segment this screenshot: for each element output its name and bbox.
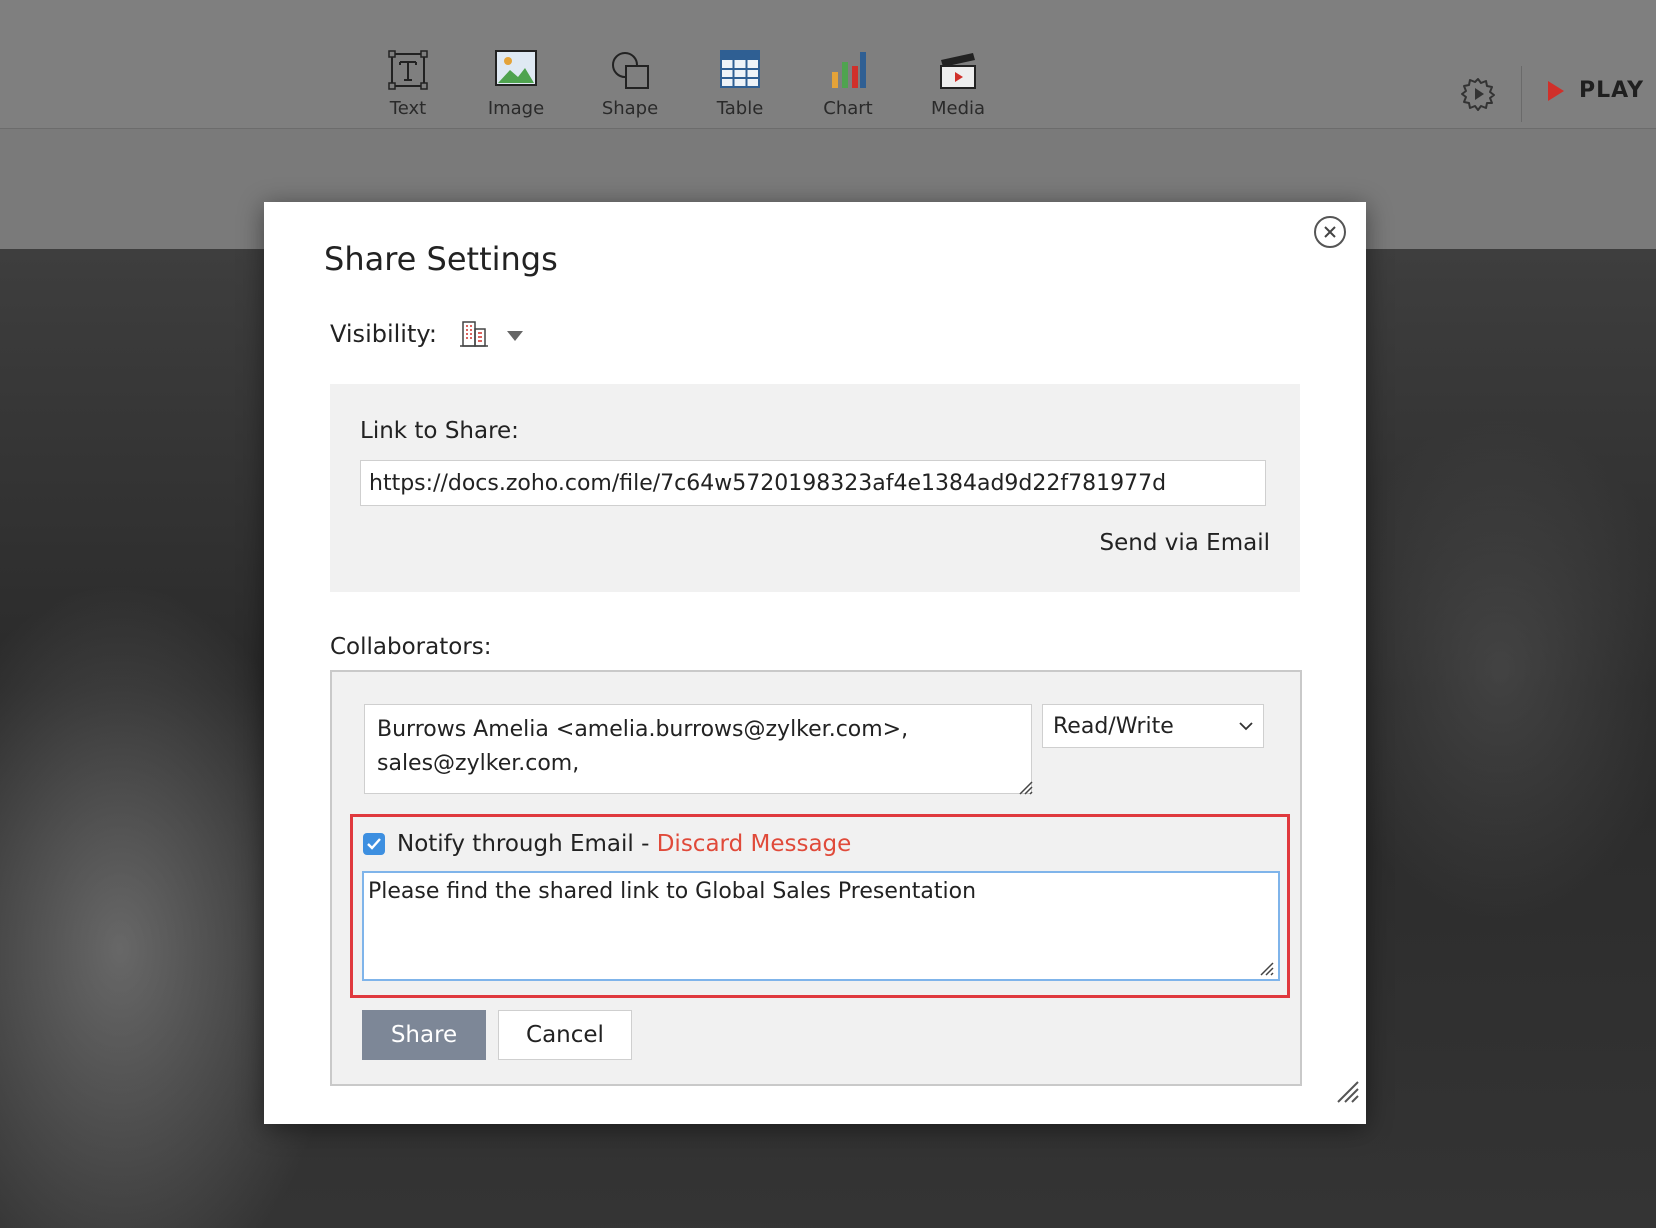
- collaborators-label: Collaborators:: [330, 634, 492, 660]
- insert-toolbar: Text Image Shape Table Chart Media PLAY: [0, 0, 1656, 129]
- collaborators-panel: Burrows Amelia <amelia.burrows@zylker.co…: [330, 670, 1302, 1086]
- text-tool[interactable]: Text: [358, 50, 458, 119]
- share-settings-dialog: Share Settings Visibility: Link to Share…: [264, 202, 1366, 1124]
- shape-icon: [580, 50, 680, 94]
- close-icon: [1324, 226, 1336, 238]
- share-button[interactable]: Share: [362, 1010, 486, 1060]
- discard-message-link[interactable]: Discard Message: [657, 831, 852, 857]
- text-icon: [358, 50, 458, 94]
- image-tool[interactable]: Image: [466, 50, 566, 119]
- checkmark-icon: [367, 838, 381, 850]
- link-label: Link to Share:: [360, 418, 519, 444]
- notify-row: Notify through Email - Discard Message: [363, 831, 851, 857]
- media-icon: [908, 50, 1008, 94]
- chart-tool[interactable]: Chart: [798, 50, 898, 119]
- table-tool[interactable]: Table: [690, 50, 790, 119]
- play-button[interactable]: PLAY: [1547, 78, 1644, 103]
- chevron-down-icon: [1239, 722, 1253, 731]
- email-message-field[interactable]: Please find the shared link to Global Sa…: [362, 871, 1280, 981]
- chevron-down-icon[interactable]: [506, 331, 523, 341]
- notify-checkbox[interactable]: [363, 833, 385, 855]
- visibility-row: Visibility:: [330, 320, 523, 348]
- tool-label: Text: [389, 98, 427, 119]
- tool-label: Image: [487, 98, 545, 119]
- permission-select[interactable]: Read/Write: [1042, 704, 1264, 748]
- play-label: PLAY: [1579, 78, 1644, 103]
- tool-label: Table: [716, 98, 764, 119]
- permission-value: Read/Write: [1053, 713, 1174, 739]
- notify-highlight-frame: Notify through Email - Discard Message P…: [350, 814, 1290, 998]
- toolbar-divider: [1521, 66, 1522, 122]
- notify-label: Notify through Email -: [397, 831, 657, 857]
- link-section: Link to Share: Send via Email: [330, 384, 1300, 592]
- dialog-resize-icon[interactable]: [1334, 1078, 1360, 1104]
- resize-handle-icon[interactable]: [1016, 778, 1034, 796]
- send-via-email-link[interactable]: Send via Email: [1100, 530, 1270, 556]
- tool-label: Chart: [823, 98, 873, 119]
- visibility-label: Visibility:: [330, 320, 437, 348]
- image-icon: [466, 50, 566, 94]
- chart-icon: [798, 50, 898, 94]
- resize-handle-icon[interactable]: [1257, 959, 1275, 977]
- share-link-field[interactable]: [360, 460, 1266, 506]
- tool-label: Media: [930, 98, 986, 119]
- tool-label: Shape: [601, 98, 659, 119]
- table-icon: [690, 50, 790, 94]
- gear-icon[interactable]: [1460, 76, 1496, 112]
- cancel-button[interactable]: Cancel: [498, 1010, 632, 1060]
- recipients-field[interactable]: Burrows Amelia <amelia.burrows@zylker.co…: [364, 704, 1032, 794]
- organization-icon[interactable]: [459, 320, 489, 348]
- dialog-title: Share Settings: [324, 240, 558, 278]
- play-icon: [1548, 80, 1564, 101]
- close-button[interactable]: [1314, 216, 1346, 248]
- shape-tool[interactable]: Shape: [580, 50, 680, 119]
- media-tool[interactable]: Media: [908, 50, 1008, 119]
